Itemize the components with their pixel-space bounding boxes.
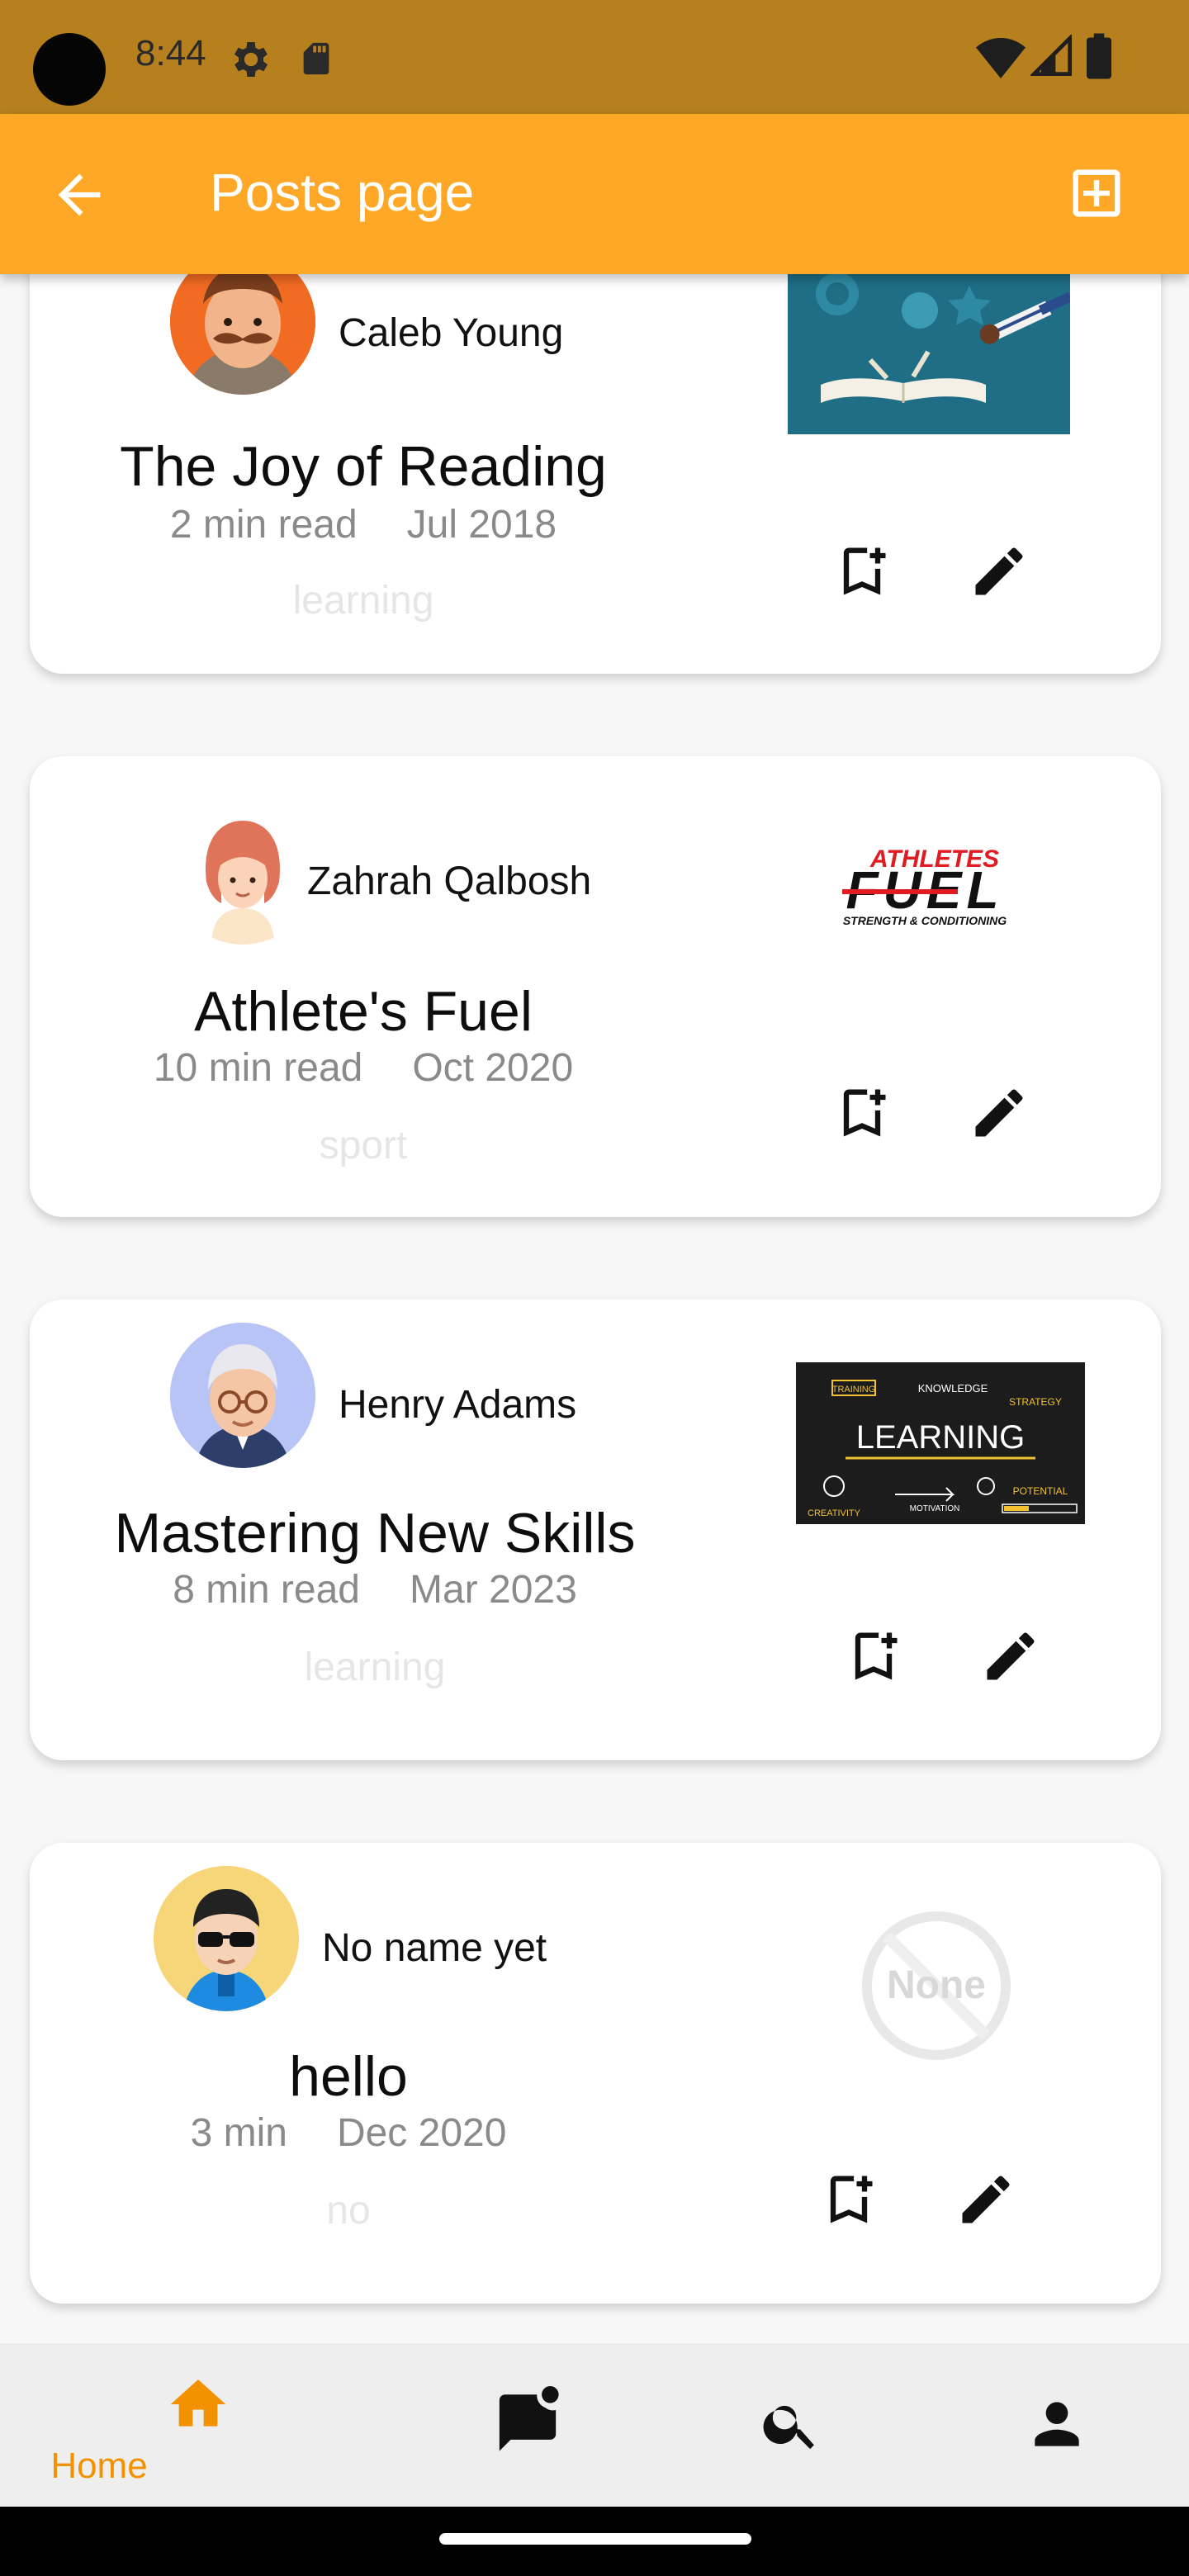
post-meta: 2 min read Jul 2018 — [170, 502, 557, 547]
chalk-learning: LEARNING — [856, 1419, 1026, 1456]
mustache-man-avatar — [170, 274, 315, 395]
posts-feed[interactable]: Caleb Young The Joy of Reading 2 min rea… — [0, 274, 1189, 2343]
read-time: 10 min read — [153, 1046, 363, 1090]
cell-signal-icon — [1030, 35, 1073, 77]
camera-cutout — [33, 33, 106, 106]
author-name: No name yet — [322, 1926, 547, 1970]
wifi-icon — [976, 38, 1026, 78]
edit-pencil-icon[interactable] — [968, 1082, 1030, 1144]
post-card[interactable]: Zahrah Qalbosh Athlete's Fuel 10 min rea… — [30, 756, 1161, 1217]
post-thumbnail[interactable]: None — [839, 1909, 1034, 2062]
avatar — [170, 1323, 315, 1468]
bottom-navigation: Home — [0, 2343, 1189, 2507]
avatar — [170, 799, 315, 945]
chalk-creativity: CREATIVITY — [808, 1508, 861, 1518]
person-icon — [1035, 2402, 1079, 2446]
status-time: 8:44 — [135, 33, 206, 73]
avatar — [154, 1866, 299, 2011]
post-thumbnail[interactable]: ATHLETES FUEL STRENGTH & CONDITIONING — [793, 842, 1065, 933]
post-tag: sport — [319, 1124, 408, 1167]
nav-home[interactable]: Home — [50, 2343, 347, 2507]
post-card[interactable]: Henry Adams Mastering New Skills 8 min r… — [30, 1300, 1161, 1760]
edit-pencil-icon[interactable] — [968, 540, 1030, 603]
post-thumbnail[interactable]: TRAINING KNOWLEDGE STRATEGY LEARNING CRE… — [796, 1362, 1085, 1524]
old-man-avatar — [170, 1323, 315, 1468]
chalk-knowledge: KNOWLEDGE — [918, 1382, 988, 1395]
bookmark-add-icon[interactable] — [831, 540, 893, 603]
nav-home-label: Home — [50, 2446, 148, 2486]
post-meta: 8 min read Mar 2023 — [173, 1567, 577, 1612]
post-card[interactable]: No name yet hello 3 min Dec 2020 no None — [30, 1843, 1161, 2304]
nav-search[interactable] — [644, 2343, 941, 2507]
nav-chat[interactable] — [381, 2343, 679, 2507]
settings-gear-icon — [234, 42, 268, 77]
bookmark-add-icon[interactable] — [831, 1082, 893, 1144]
read-time: 2 min read — [169, 503, 358, 547]
nav-profile[interactable] — [908, 2343, 1189, 2507]
author-name: Zahrah Qalbosh — [307, 859, 592, 903]
add-box-icon[interactable] — [1065, 162, 1128, 225]
home-gesture-handle[interactable] — [439, 2533, 751, 2545]
status-bar: 8:44 — [0, 0, 1189, 114]
read-time: 8 min read — [173, 1568, 360, 1612]
post-date: Oct 2020 — [412, 1046, 574, 1090]
post-tag: learning — [292, 579, 434, 623]
home-icon — [170, 2379, 226, 2427]
read-time: 3 min — [190, 2111, 287, 2155]
chalk-motivation: MOTIVATION — [910, 1504, 960, 1513]
logo-line3: STRENGTH & CONDITIONING — [843, 914, 1007, 927]
post-thumbnail[interactable] — [788, 274, 1070, 434]
battery-icon — [1087, 33, 1111, 79]
bookmark-add-icon[interactable] — [842, 1625, 905, 1688]
arrow-back-icon[interactable] — [48, 163, 111, 226]
bookmark-add-icon[interactable] — [817, 2168, 880, 2231]
author-name: Henry Adams — [339, 1383, 577, 1427]
page-title: Posts page — [210, 163, 475, 222]
post-date: Mar 2023 — [410, 1568, 577, 1612]
post-meta: 3 min Dec 2020 — [191, 2110, 507, 2156]
post-tag: learning — [304, 1646, 446, 1689]
edit-pencil-icon[interactable] — [979, 1625, 1042, 1688]
reading-illustration — [788, 274, 1070, 434]
post-title[interactable]: The Joy of Reading — [120, 434, 607, 499]
post-tag: no — [326, 2189, 371, 2233]
woman-avatar — [170, 799, 315, 945]
edit-pencil-icon[interactable] — [955, 2168, 1017, 2231]
none-label: None — [887, 1963, 986, 2007]
post-date: Dec 2020 — [336, 2111, 507, 2155]
post-title[interactable]: Athlete's Fuel — [194, 979, 533, 1044]
post-meta: 10 min read Oct 2020 — [154, 1045, 573, 1091]
sunglasses-man-avatar — [154, 1866, 299, 2011]
post-card[interactable]: Caleb Young The Joy of Reading 2 min rea… — [30, 274, 1161, 674]
chalk-strategy: STRATEGY — [1009, 1396, 1062, 1408]
search-icon — [763, 2405, 814, 2450]
system-gesture-bar — [0, 2507, 1189, 2576]
chalk-training: TRAINING — [832, 1385, 876, 1395]
sd-card-icon — [303, 42, 329, 75]
app-bar: Posts page — [0, 114, 1189, 274]
avatar — [170, 274, 315, 395]
learning-chalkboard: TRAINING KNOWLEDGE STRATEGY LEARNING CRE… — [796, 1362, 1085, 1524]
author-name: Caleb Young — [339, 311, 564, 355]
post-title[interactable]: Mastering New Skills — [114, 1501, 635, 1565]
chat-notification-icon — [499, 2386, 559, 2451]
chalk-potential: POTENTIAL — [1013, 1485, 1068, 1497]
athletes-fuel-logo: ATHLETES FUEL STRENGTH & CONDITIONING — [842, 845, 1007, 927]
post-title[interactable]: hello — [289, 2044, 408, 2109]
post-date: Jul 2018 — [406, 503, 557, 547]
none-placeholder: None — [862, 1911, 1011, 2060]
